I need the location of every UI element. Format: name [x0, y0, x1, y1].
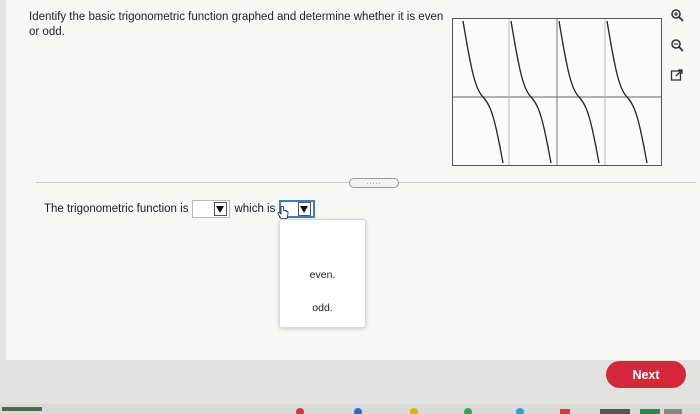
answer-middle-text: which is	[234, 203, 276, 215]
divider-handle[interactable]: .....	[349, 178, 399, 188]
next-button[interactable]: Next	[606, 361, 686, 388]
function-select[interactable]	[192, 200, 231, 218]
hand-cursor-icon	[277, 206, 289, 219]
answer-prefix-text: The trigonometric function is	[44, 203, 189, 215]
graph-tools	[668, 6, 690, 96]
curve-branch-4	[606, 20, 648, 164]
chevron-down-icon	[214, 202, 228, 216]
curve-branch-1	[462, 20, 504, 164]
curve-branch-3	[558, 20, 600, 164]
zoom-out-icon[interactable]	[668, 36, 686, 54]
option-odd[interactable]: odd.	[280, 302, 365, 314]
function-graph	[452, 18, 662, 166]
zoom-in-icon[interactable]	[668, 6, 686, 24]
parity-dropdown: even. odd.	[279, 219, 366, 328]
taskbar-strip	[0, 404, 700, 414]
open-external-icon[interactable]	[668, 66, 686, 84]
curve-branch-2	[510, 20, 552, 164]
option-even[interactable]: even.	[280, 269, 365, 281]
question-text: Identify the basic trigonometric functio…	[29, 11, 444, 38]
graph-svg	[453, 19, 661, 165]
chevron-down-icon	[298, 202, 312, 216]
